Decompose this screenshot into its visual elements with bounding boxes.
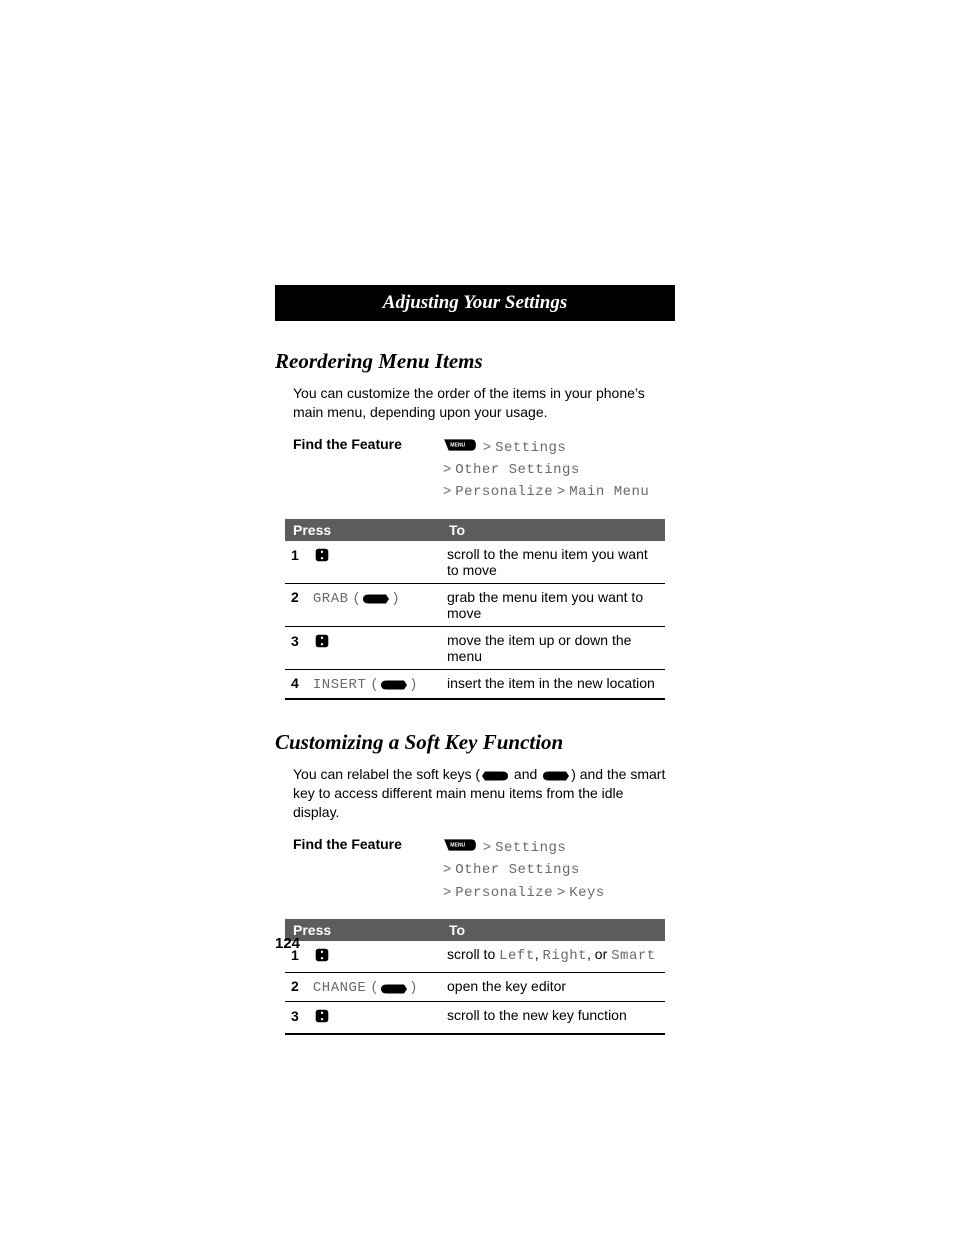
- menu-key-icon: MENU: [443, 437, 477, 457]
- right-softkey-icon: [379, 676, 409, 692]
- section-title-reordering: Reordering Menu Items: [275, 349, 675, 374]
- step-description: scroll to the new key function: [441, 1002, 665, 1035]
- find-feature-block-2: Find the Feature MENU >Settings >Other S…: [275, 836, 675, 903]
- right-softkey-icon: [541, 766, 571, 785]
- path-personalize: Personalize: [455, 484, 553, 500]
- find-feature-label: Find the Feature: [293, 836, 443, 903]
- chevron-right-icon: >: [443, 860, 455, 876]
- scroll-key-icon: [313, 946, 331, 967]
- chevron-right-icon: >: [443, 883, 455, 899]
- option-smart: Smart: [611, 948, 656, 964]
- chevron-right-icon: >: [483, 838, 495, 854]
- section2-intro: You can relabel the soft keys ( and ) an…: [275, 765, 675, 823]
- steps-table-1: Press To 1 scroll to the menu item you w…: [285, 519, 665, 700]
- softkey-grab: GRAB: [313, 591, 349, 607]
- section1-intro: You can customize the order of the items…: [275, 384, 675, 422]
- feature-path-2: MENU >Settings >Other Settings >Personal…: [443, 836, 605, 903]
- path-other-settings: Other Settings: [455, 462, 580, 478]
- table-row: 3 scroll to the new key function: [285, 1002, 665, 1035]
- table-row: 2 CHANGE () open the key editor: [285, 973, 665, 1002]
- menu-key-icon: MENU: [443, 837, 477, 857]
- chevron-right-icon: >: [443, 482, 455, 498]
- step-description: insert the item in the new location: [441, 669, 665, 699]
- step-number: 1: [291, 547, 309, 563]
- table-row: 1 scroll to the menu item you want to mo…: [285, 541, 665, 584]
- table-row: 4 INSERT () insert the item in the new l…: [285, 669, 665, 699]
- scroll-key-icon: [313, 632, 331, 653]
- step-number: 2: [291, 978, 309, 994]
- scroll-key-icon: [313, 1007, 331, 1028]
- paren: (: [352, 591, 361, 607]
- chevron-right-icon: >: [483, 438, 495, 454]
- steps-table-2: Press To 1 scroll to Left, Right, or Sma…: [285, 919, 665, 1035]
- right-softkey-icon: [379, 979, 409, 995]
- left-softkey-icon: [480, 766, 510, 785]
- table-row: 2 GRAB () grab the menu item you want to…: [285, 583, 665, 626]
- section-title-softkey: Customizing a Soft Key Function: [275, 730, 675, 755]
- scroll-key-icon: [313, 546, 331, 567]
- path-settings: Settings: [495, 840, 566, 856]
- chapter-heading: Adjusting Your Settings: [383, 292, 567, 313]
- option-left: Left: [499, 948, 535, 964]
- chevron-right-icon: >: [443, 460, 455, 476]
- path-keys: Keys: [569, 885, 605, 901]
- intro-text: and: [510, 766, 541, 782]
- col-press: Press: [285, 519, 441, 541]
- chevron-right-icon: >: [557, 482, 569, 498]
- softkey-insert: INSERT: [313, 677, 366, 693]
- paren: ): [409, 980, 418, 996]
- step-number: 4: [291, 675, 309, 691]
- table-row: 1 scroll to Left, Right, or Smart: [285, 941, 665, 973]
- step-number: 3: [291, 1008, 309, 1024]
- text: , or: [587, 946, 611, 962]
- step-description: scroll to Left, Right, or Smart: [441, 941, 665, 973]
- page-number: 124: [275, 935, 300, 952]
- path-personalize: Personalize: [455, 885, 553, 901]
- path-settings: Settings: [495, 440, 566, 456]
- page: Adjusting Your Settings Reordering Menu …: [0, 0, 954, 1235]
- chevron-right-icon: >: [557, 883, 569, 899]
- step-description: open the key editor: [441, 973, 665, 1002]
- find-feature-block-1: Find the Feature MENU >Settings >Other S…: [275, 436, 675, 503]
- paren: ): [409, 677, 418, 693]
- content-column: Adjusting Your Settings Reordering Menu …: [275, 285, 675, 1065]
- intro-text: You can relabel the soft keys (: [293, 766, 480, 782]
- option-right: Right: [543, 948, 588, 964]
- svg-text:MENU: MENU: [450, 843, 465, 849]
- right-softkey-icon: [361, 590, 391, 606]
- step-description: grab the menu item you want to move: [441, 583, 665, 626]
- col-press: Press: [285, 919, 441, 941]
- find-feature-label: Find the Feature: [293, 436, 443, 503]
- col-to: To: [441, 519, 665, 541]
- path-main-menu: Main Menu: [569, 484, 649, 500]
- paren: (: [370, 677, 379, 693]
- paren: ): [391, 591, 400, 607]
- path-other-settings: Other Settings: [455, 862, 580, 878]
- table-row: 3 move the item up or down the menu: [285, 626, 665, 669]
- chapter-heading-bar: Adjusting Your Settings: [275, 285, 675, 321]
- feature-path-1: MENU >Settings >Other Settings >Personal…: [443, 436, 649, 503]
- paren: (: [370, 980, 379, 996]
- step-description: scroll to the menu item you want to move: [441, 541, 665, 584]
- step-number: 2: [291, 589, 309, 605]
- text: scroll to: [447, 946, 499, 962]
- step-number: 3: [291, 633, 309, 649]
- col-to: To: [441, 919, 665, 941]
- step-description: move the item up or down the menu: [441, 626, 665, 669]
- text: ,: [535, 946, 543, 962]
- softkey-change: CHANGE: [313, 980, 366, 996]
- svg-text:MENU: MENU: [450, 443, 465, 449]
